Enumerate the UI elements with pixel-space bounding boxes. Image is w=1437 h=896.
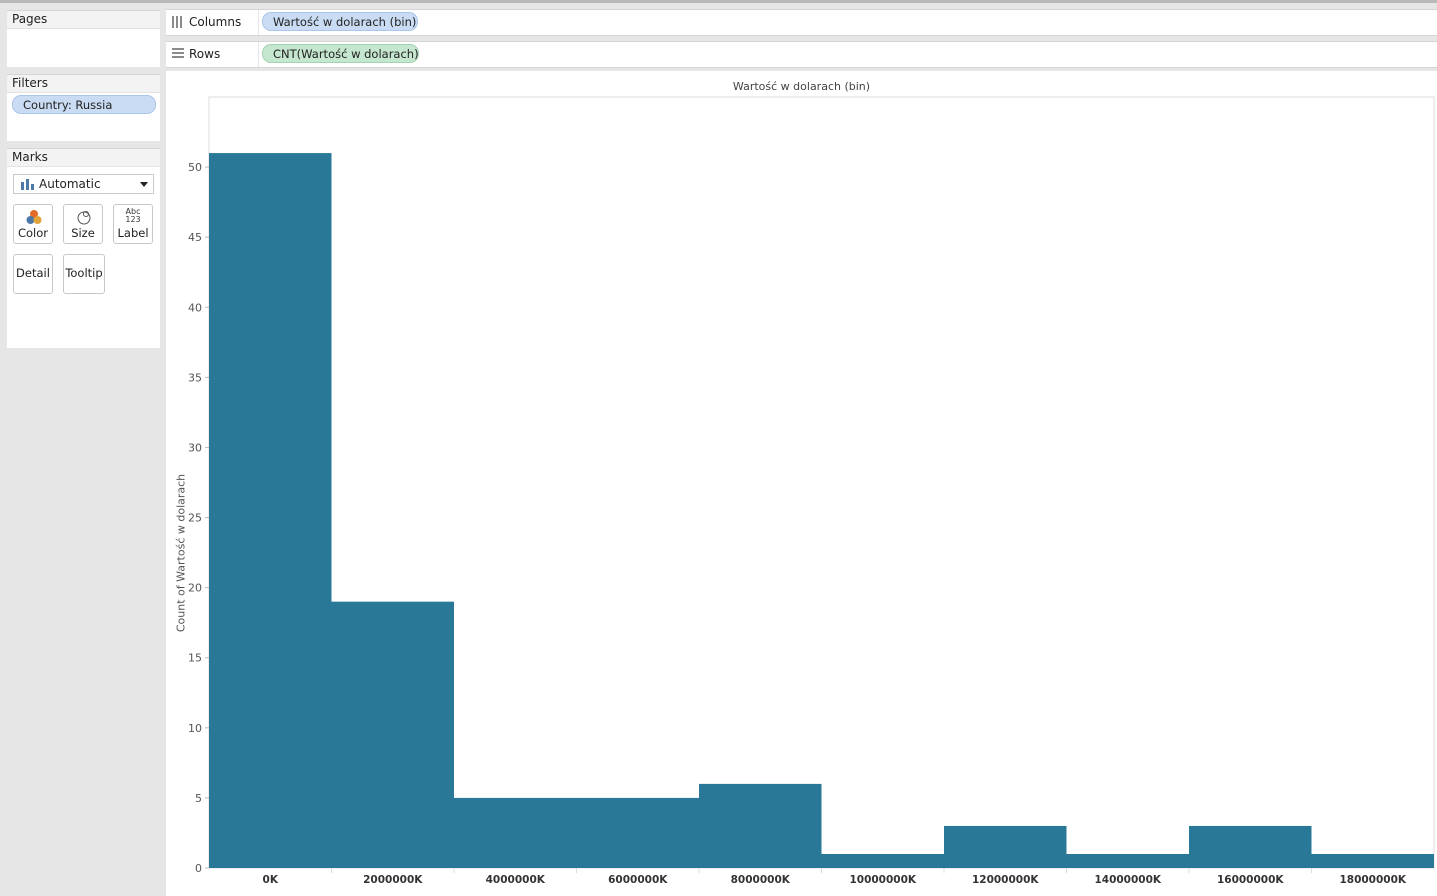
- bar[interactable]: [699, 783, 822, 868]
- color-icon: [26, 210, 42, 224]
- label-button[interactable]: Abc 123 Label: [113, 204, 153, 244]
- x-tick-label: 6000000K: [608, 874, 668, 886]
- x-tick-label: 10000000K: [849, 874, 916, 886]
- rows-icon: [172, 48, 184, 58]
- pages-card: Pages: [7, 10, 160, 67]
- y-tick-label: 40: [188, 301, 202, 314]
- bar[interactable]: [454, 797, 577, 868]
- columns-shelf[interactable]: Columns Wartość w dolarach (bin): [166, 9, 1437, 36]
- x-tick-label: 12000000K: [972, 874, 1039, 886]
- bar-chart-icon: [21, 179, 34, 190]
- rows-shelf-label-group: Rows: [172, 47, 220, 61]
- bar[interactable]: [944, 825, 1067, 868]
- y-tick-label: 10: [188, 722, 202, 735]
- columns-icon: [172, 16, 182, 28]
- color-button[interactable]: Color: [13, 204, 53, 244]
- bar[interactable]: [331, 601, 455, 868]
- y-tick-label: 50: [188, 161, 202, 174]
- chevron-down-icon: [140, 182, 148, 187]
- columns-shelf-label: Columns: [189, 15, 242, 29]
- detail-button[interactable]: Detail: [13, 254, 53, 294]
- filters-card: Filters Country: Russia: [7, 74, 160, 141]
- mark-type-value: Automatic: [39, 177, 101, 191]
- y-tick-label: 20: [188, 582, 202, 595]
- marks-card-title: Marks: [7, 149, 160, 167]
- y-tick-label: 5: [195, 792, 202, 805]
- label-button-label: Label: [117, 226, 149, 240]
- columns-shelf-label-group: Columns: [172, 15, 241, 29]
- color-button-label: Color: [17, 226, 49, 240]
- bar[interactable]: [1066, 853, 1190, 868]
- rows-shelf[interactable]: Rows CNT(Wartość w dolarach): [166, 41, 1437, 68]
- label-icon-123: 123: [125, 215, 141, 224]
- rows-pill[interactable]: CNT(Wartość w dolarach): [262, 44, 419, 63]
- size-button-label: Size: [71, 226, 95, 240]
- shelf-divider: [258, 42, 259, 67]
- bar[interactable]: [1311, 853, 1435, 868]
- x-tick-label: 16000000K: [1217, 874, 1284, 886]
- mark-type-dropdown[interactable]: Automatic: [13, 174, 154, 194]
- rows-shelf-label: Rows: [189, 47, 221, 61]
- y-tick-label: 15: [188, 652, 202, 665]
- bar[interactable]: [209, 153, 332, 868]
- shelf-divider: [258, 10, 259, 35]
- size-icon: [77, 211, 91, 225]
- tooltip-button[interactable]: Tooltip: [63, 254, 105, 294]
- pages-card-title: Pages: [7, 11, 160, 29]
- columns-pill[interactable]: Wartość w dolarach (bin): [262, 12, 418, 31]
- bar[interactable]: [1189, 825, 1312, 868]
- x-tick-label: 8000000K: [731, 874, 791, 886]
- histogram-chart[interactable]: 0 5 10 15 20 25 30 35 40 45 50 0K 2000000K 4000000K 60…: [166, 71, 1437, 896]
- x-tick-label: 2000000K: [363, 874, 423, 886]
- label-icon: Abc 123: [114, 208, 152, 224]
- x-tick-label: 0K: [263, 874, 279, 886]
- tooltip-button-label: Tooltip: [65, 266, 103, 280]
- y-tick-label: 35: [188, 371, 202, 384]
- detail-button-label: Detail: [16, 266, 50, 280]
- viz-area[interactable]: Wartość w dolarach (bin) Count of Wartoś…: [166, 71, 1437, 896]
- window-top-border: [0, 0, 1437, 3]
- size-button[interactable]: Size: [63, 204, 103, 244]
- x-tick-label: 18000000K: [1339, 874, 1406, 886]
- bar[interactable]: [576, 797, 700, 868]
- y-tick-label: 25: [188, 512, 202, 525]
- y-tick-label: 0: [195, 862, 202, 875]
- bar[interactable]: [821, 853, 945, 868]
- y-tick-label: 45: [188, 231, 202, 244]
- x-tick-label: 14000000K: [1094, 874, 1161, 886]
- marks-card: Marks Automatic Color Size Abc 123 Label…: [7, 148, 160, 348]
- filter-pill-country[interactable]: Country: Russia: [12, 95, 156, 114]
- y-tick-label: 30: [188, 441, 202, 454]
- x-tick-label: 4000000K: [486, 874, 546, 886]
- filters-card-title: Filters: [7, 75, 160, 93]
